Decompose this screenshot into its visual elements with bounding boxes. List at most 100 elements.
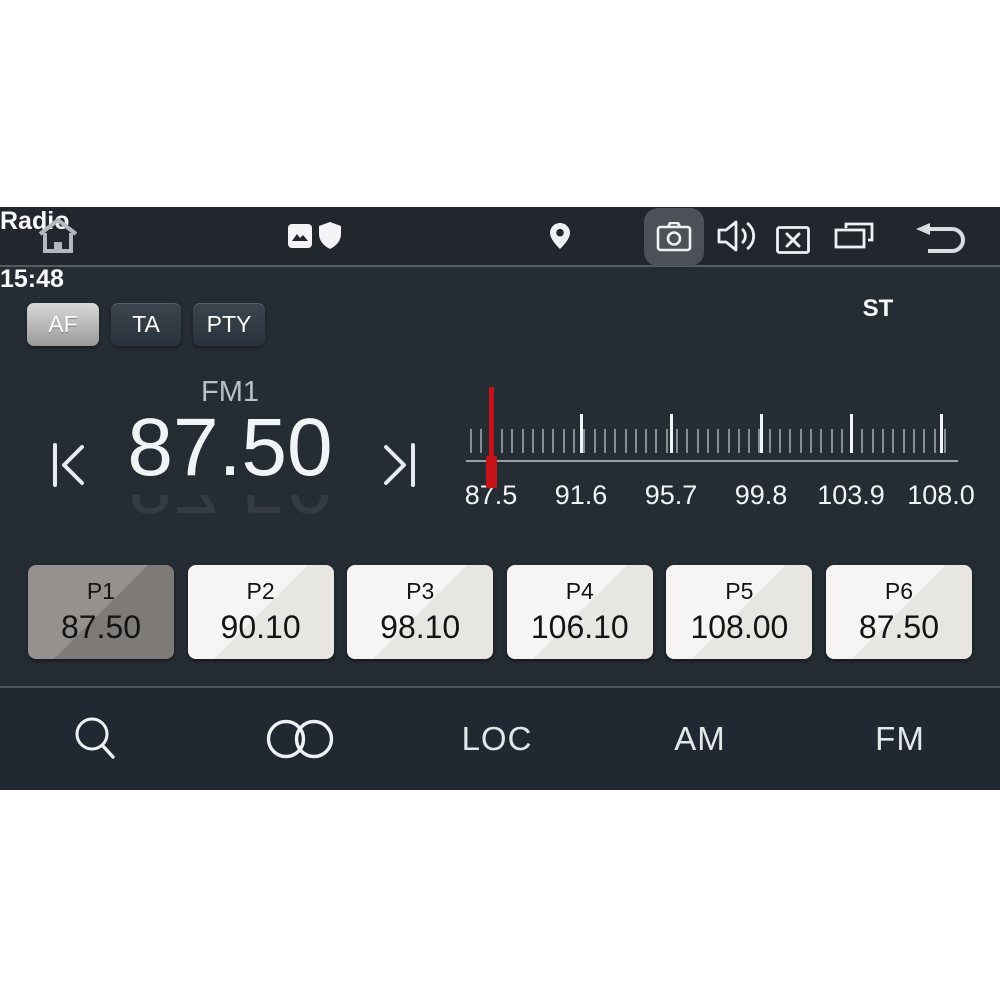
scale-tick-minor [717,429,719,453]
preset-button-p3[interactable]: P398.10 [347,565,493,659]
am-band-button[interactable]: AM [645,688,755,790]
scale-tick-minor [748,429,750,453]
scale-tick-minor [583,429,585,453]
car-radio-screen: Radio 15:48 [0,0,1000,1000]
loc-button[interactable]: LOC [437,688,557,790]
loc-label: LOC [462,720,533,758]
stereo-indicator: ST [848,295,908,325]
pty-toggle-button[interactable]: PTY [193,303,265,346]
scale-tick-minor [635,429,637,453]
scale-tick-minor [913,429,915,453]
preset-frequency: 106.10 [531,609,629,646]
camera-icon [656,222,692,252]
screenshot-button[interactable] [644,208,704,266]
scale-tick-minor [841,429,843,453]
am-label: AM [674,720,726,758]
fm-band-button[interactable]: FM [845,688,955,790]
scale-tick-minor [892,429,894,453]
recent-apps-icon [834,221,874,253]
scale-tick-minor [686,429,688,453]
close-box-icon [776,226,810,254]
af-toggle-button[interactable]: AF [27,303,99,346]
scale-tick-minor [789,429,791,453]
frequency-display: 87.50 [60,403,400,493]
scale-tick-minor [532,429,534,453]
preset-scan-button[interactable] [250,688,350,790]
scale-tick-minor [573,429,575,453]
scale-tick-minor [655,429,657,453]
scale-tick-minor [728,429,730,453]
scale-tick-minor [861,429,863,453]
scale-label: 99.8 [706,480,816,511]
scale-label: 95.7 [616,480,726,511]
ta-toggle-button[interactable]: TA [111,303,181,346]
scale-tick-minor [872,429,874,453]
frequency-reflection: 87.50 [60,495,400,529]
back-button[interactable] [912,221,970,255]
scale-tick-minor [542,429,544,453]
seek-next-button[interactable] [376,435,420,495]
scale-tick-minor [769,429,771,453]
scale-tick-minor [614,429,616,453]
preset-button-p2[interactable]: P290.10 [188,565,334,659]
scale-tick-minor [851,429,853,453]
radio-app-panel: Radio 15:48 [0,207,1000,790]
preset-frequency: 90.10 [221,609,301,646]
preset-scan-icon [264,718,336,760]
preset-frequency: 87.50 [859,609,939,646]
volume-button[interactable] [714,217,762,255]
scale-tick-minor [676,429,678,453]
scale-tick-major [670,414,673,453]
scale-label: 103.9 [796,480,906,511]
af-label: AF [48,311,77,338]
scale-tick-minor [758,429,760,453]
scale-tick-minor [738,429,740,453]
scale-tick-major [850,414,853,453]
preset-frequency: 98.10 [380,609,460,646]
seek-previous-button[interactable] [48,435,92,495]
scale-tick-minor [511,429,513,453]
location-pin-icon [550,223,570,249]
seek-next-icon [378,437,418,493]
preset-label: P6 [885,578,913,605]
scale-tick-major [940,414,943,453]
scale-tick-minor [779,429,781,453]
shield-notification-icon [319,222,341,249]
home-button[interactable] [30,207,86,265]
scale-tick-minor [934,429,936,453]
preset-button-p1[interactable]: P1 87.50 [28,565,174,659]
scale-tick-minor [831,429,833,453]
preset-button-p5[interactable]: P5108.00 [666,565,812,659]
tuning-needle [489,387,494,463]
scale-tick-minor [882,429,884,453]
scale-tick-minor [645,429,647,453]
tuning-needle-base [486,456,497,488]
seek-previous-icon [50,437,90,493]
scale-tick-minor [944,429,946,453]
preset-label: P1 [87,578,115,605]
search-icon [73,716,117,762]
preset-button-p6[interactable]: P6 87.50 [826,565,972,659]
home-icon [37,218,79,254]
close-app-button[interactable] [774,225,812,255]
recent-apps-button[interactable] [832,219,876,255]
bottom-bar: LOC AM FM [0,686,1000,790]
preset-button-p4[interactable]: P4 106.10 [507,565,653,659]
scale-baseline [466,460,958,462]
scale-label: 87.5 [436,480,546,511]
search-scan-button[interactable] [55,688,135,790]
scale-label: 91.6 [526,480,636,511]
preset-label: P5 [725,578,753,605]
scale-tick-minor [563,429,565,453]
back-arrow-icon [914,222,968,254]
status-bar: Radio 15:48 [0,207,1000,267]
preset-frequency: 87.50 [61,609,141,646]
ta-label: TA [132,311,160,338]
scale-tick-minor [501,429,503,453]
scale-tick-minor [522,429,524,453]
preset-label: P4 [566,578,594,605]
preset-row: P1 87.50 P290.10P398.10 P4 106.10 P5108.00 P6 8… [28,565,972,659]
scale-tick-major [760,414,763,453]
scale-tick-minor [800,429,802,453]
photo-notification-icon [288,224,312,248]
